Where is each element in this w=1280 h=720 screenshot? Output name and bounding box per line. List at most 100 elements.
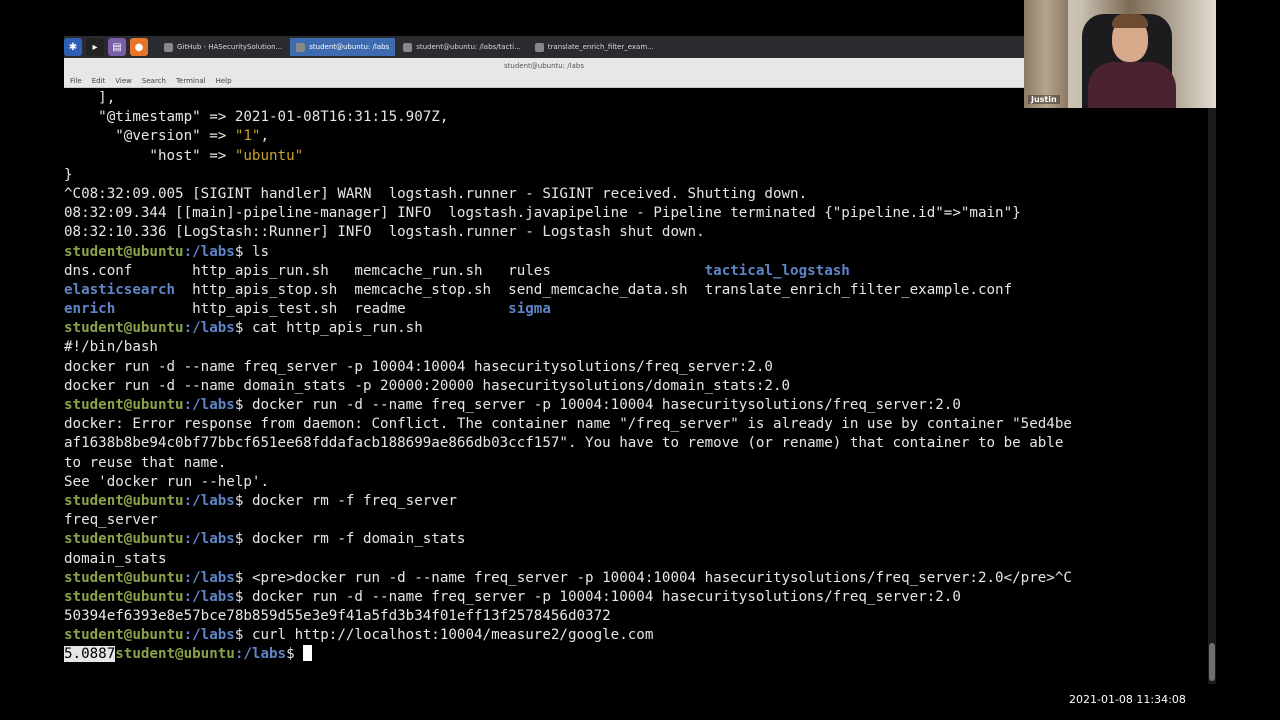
- launcher-group: ✱ ▸ ▤ ●: [64, 38, 148, 56]
- prompt-symbol: $: [234, 569, 252, 586]
- prompt-path: :/labs: [183, 531, 235, 548]
- presenter-name: Justin: [1028, 95, 1060, 104]
- output-text: "@version" =>: [64, 128, 235, 145]
- prompt-symbol: $: [286, 646, 304, 663]
- ls-entries: http_apis_test.sh readme: [115, 301, 509, 318]
- prompt-line: student@ubuntu:/labs$ curl http://localh…: [64, 626, 1208, 645]
- output-line: 50394ef6393e8e57bce78b859d55e3e9f41a5fd3…: [64, 608, 611, 625]
- terminal-menubar: File Edit View Search Terminal Help: [64, 74, 1024, 88]
- output-text: "host" =>: [64, 147, 235, 164]
- terminal-icon: [296, 42, 306, 52]
- prompt-line: student@ubuntu:/labs$ docker run -d --na…: [64, 588, 1208, 607]
- output-line: "@version" => "1",: [64, 127, 1208, 146]
- webcam-overlay: Justin: [1024, 0, 1216, 108]
- menu-view[interactable]: View: [115, 74, 132, 87]
- prompt-user: student@ubuntu: [64, 569, 184, 586]
- ls-directory: elasticsearch: [64, 281, 176, 298]
- taskbar-task[interactable]: student@ubuntu: /labs/tacti...: [397, 38, 527, 56]
- menu-help[interactable]: Help: [216, 74, 232, 87]
- terminal-scrollbar[interactable]: [1208, 108, 1216, 684]
- output-text: ,: [260, 128, 270, 145]
- prompt-line: student@ubuntu:/labs$ docker run -d --na…: [64, 396, 1208, 415]
- prompt-symbol: $: [234, 588, 252, 605]
- prompt-user: student@ubuntu: [64, 531, 184, 548]
- prompt-line: student@ubuntu:/labs$ cat http_apis_run.…: [64, 319, 1208, 338]
- string-value: "ubuntu": [234, 147, 304, 164]
- prompt-path: :/labs: [183, 588, 235, 605]
- prompt-path: :/labs: [183, 320, 235, 337]
- prompt-line: student@ubuntu:/labs$ <pre>docker run -d…: [64, 569, 1208, 588]
- command-text: docker run -d --name freq_server -p 1000…: [251, 588, 961, 605]
- prompt-symbol: $: [234, 627, 252, 644]
- webcam-presenter-body: [1088, 62, 1176, 108]
- menu-file[interactable]: File: [70, 74, 82, 87]
- window-title: student@ubuntu: /labs: [64, 58, 1024, 74]
- app-menu-icon[interactable]: ✱: [64, 38, 82, 56]
- error-line: to reuse that name.: [64, 454, 227, 471]
- prompt-symbol: $: [234, 531, 252, 548]
- task-list: GitHub - HASecuritySolution... student@ub…: [158, 38, 660, 56]
- command-text: docker rm -f freq_server: [251, 492, 457, 509]
- command-text: curl http://localhost:10004/measure2/goo…: [251, 627, 654, 644]
- prompt-user: student@ubuntu: [64, 492, 184, 509]
- taskbar-task-label: GitHub - HASecuritySolution...: [177, 43, 283, 51]
- command-text: ls: [251, 243, 270, 260]
- taskbar-task[interactable]: student@ubuntu: /labs: [290, 38, 396, 56]
- clock: 2021-01-08 11:34:08: [1069, 693, 1186, 706]
- firefox-launcher-icon[interactable]: ●: [130, 38, 148, 56]
- firefox-icon: [164, 42, 173, 52]
- prompt-path: :/labs: [234, 646, 287, 663]
- prompt-path: :/labs: [183, 397, 235, 413]
- menu-terminal[interactable]: Terminal: [176, 74, 206, 87]
- prompt-user: student@ubuntu: [115, 646, 235, 663]
- menu-edit[interactable]: Edit: [92, 74, 106, 87]
- prompt-path: :/labs: [183, 492, 235, 509]
- taskbar-task[interactable]: GitHub - HASecuritySolution...: [158, 38, 288, 56]
- error-line: af1638b8be94c0bf77bbcf651ee68fddafacb188…: [64, 435, 1064, 452]
- ls-line: enrich http_apis_test.sh readme sigma: [64, 300, 1208, 319]
- output-line: 08:32:10.336 [LogStash::Runner] INFO log…: [64, 224, 705, 241]
- command-text: docker run -d --name freq_server -p 1000…: [251, 397, 961, 413]
- ls-entries: http_apis_stop.sh memcache_stop.sh send_…: [175, 281, 1013, 298]
- output-line: domain_stats: [64, 550, 167, 567]
- prompt-path: :/labs: [183, 569, 235, 586]
- active-prompt-line[interactable]: 5.0887student@ubuntu:/labs$: [64, 645, 1208, 664]
- prompt-path: :/labs: [183, 243, 235, 260]
- prompt-user: student@ubuntu: [64, 627, 184, 644]
- command-text: <pre>docker run -d --name freq_server -p…: [251, 569, 1072, 586]
- prompt-user: student@ubuntu: [64, 397, 184, 413]
- output-line: }: [64, 166, 73, 183]
- taskbar-task-label: student@ubuntu: /labs: [309, 43, 390, 51]
- webcam-presenter-hair: [1112, 14, 1148, 28]
- curl-result: 5.0887: [64, 646, 116, 663]
- vscode-icon: [534, 42, 544, 52]
- taskbar-task[interactable]: translate_enrich_filter_exam...: [529, 38, 660, 56]
- output-line: ^C08:32:09.005 [SIGINT handler] WARN log…: [64, 185, 808, 202]
- command-text: docker rm -f domain_stats: [251, 531, 466, 548]
- taskbar-task-label: student@ubuntu: /labs/tacti...: [416, 43, 521, 51]
- prompt-user: student@ubuntu: [64, 243, 184, 260]
- scrollbar-thumb[interactable]: [1209, 643, 1215, 681]
- ls-directory: sigma: [508, 301, 551, 318]
- files-launcher-icon[interactable]: ▤: [108, 38, 126, 56]
- prompt-line: student@ubuntu:/labs$ docker rm -f domai…: [64, 530, 1208, 549]
- error-line: See 'docker run --help'.: [64, 473, 269, 490]
- prompt-symbol: $: [234, 492, 252, 509]
- output-line: freq_server: [64, 512, 158, 529]
- prompt-line: student@ubuntu:/labs$ docker rm -f freq_…: [64, 492, 1208, 511]
- ls-line: dns.conf http_apis_run.sh memcache_run.s…: [64, 262, 1208, 281]
- webcam-background: [1024, 0, 1068, 108]
- output-line: #!/bin/bash: [64, 339, 158, 356]
- prompt-user: student@ubuntu: [64, 588, 184, 605]
- taskbar-task-label: translate_enrich_filter_exam...: [547, 43, 654, 51]
- output-line: "host" => "ubuntu": [64, 147, 1208, 166]
- ls-directory: tactical_logstash: [704, 262, 850, 279]
- prompt-user: student@ubuntu: [64, 320, 184, 337]
- menu-search[interactable]: Search: [142, 74, 166, 87]
- ls-line: elasticsearch http_apis_stop.sh memcache…: [64, 281, 1208, 300]
- terminal-output[interactable]: ], "@timestamp" => 2021-01-08T16:31:15.9…: [64, 89, 1208, 679]
- output-line: docker run -d --name domain_stats -p 200…: [64, 377, 791, 394]
- terminal-launcher-icon[interactable]: ▸: [86, 38, 104, 56]
- output-line: 08:32:09.344 [[main]-pipeline-manager] I…: [64, 205, 1021, 222]
- ls-directory: enrich: [64, 301, 116, 318]
